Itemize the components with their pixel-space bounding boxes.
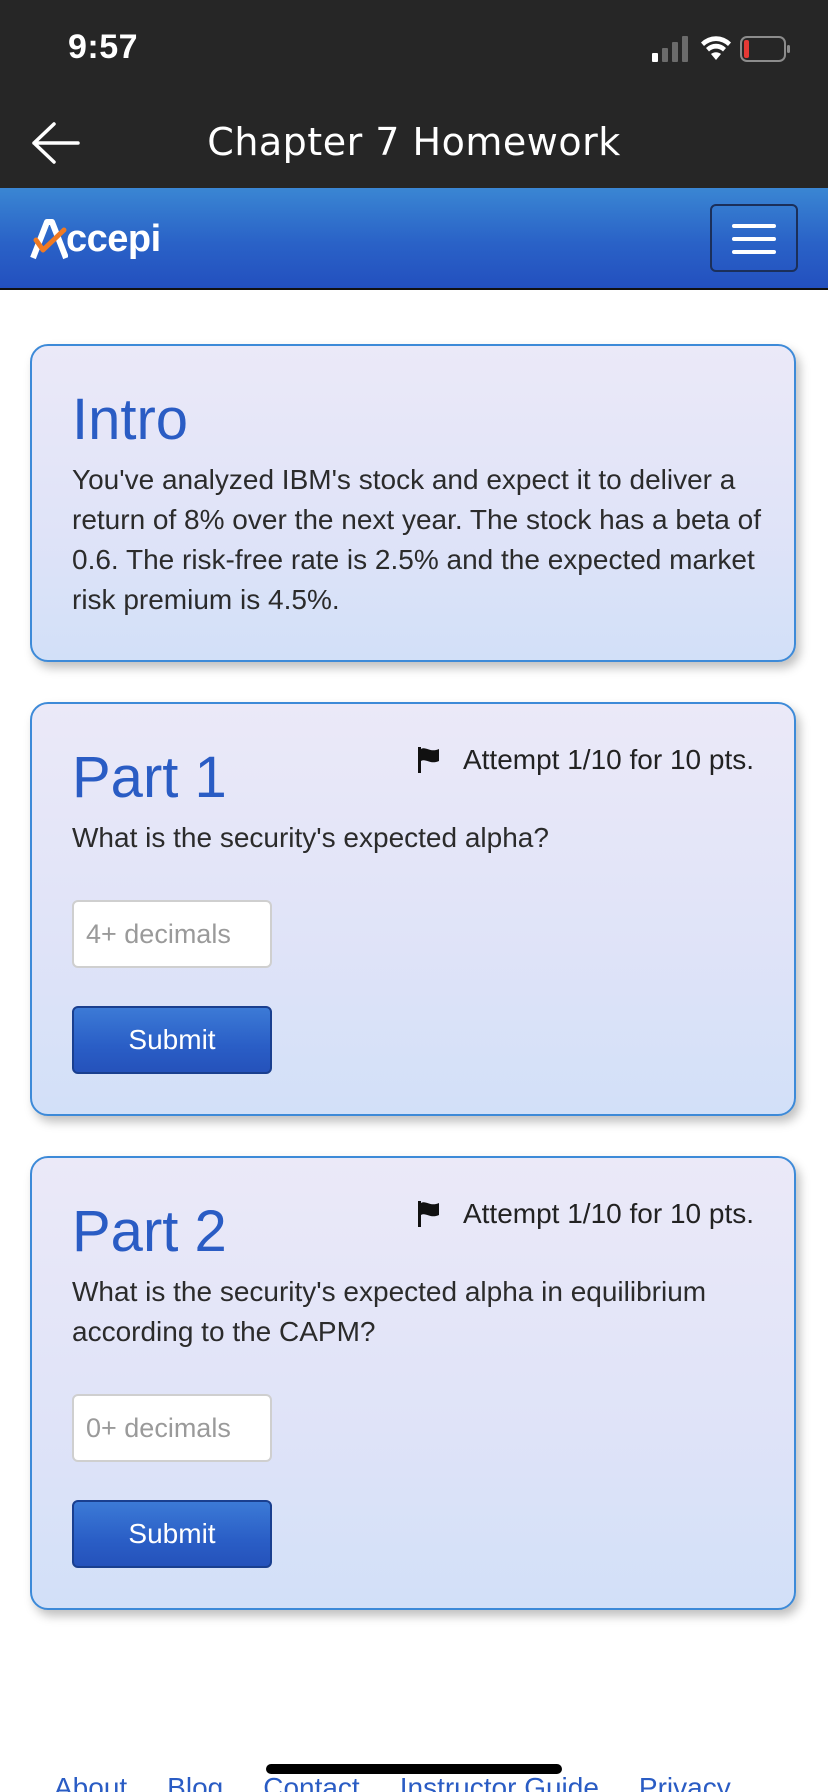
part-1-question: What is the security's expected alpha? [72, 822, 549, 853]
brand-nav-bar: ccepi [0, 188, 828, 290]
status-bar: 9:57 [0, 0, 828, 98]
part-2-card: Part 2 Attempt 1/10 for 10 pts. What is … [30, 1156, 796, 1610]
intro-text: You've analyzed IBM's stock and expect i… [72, 464, 761, 615]
battery-icon [740, 36, 790, 62]
part-1-title: Part 1 [72, 745, 227, 810]
intro-title: Intro [72, 387, 189, 452]
part-2-attempt-text: Attempt 1/10 for 10 pts. [462, 1198, 754, 1229]
footer-link-privacy[interactable]: Privacy [639, 1772, 731, 1792]
part-2-title: Part 2 [72, 1199, 227, 1264]
part-2-answer-input[interactable] [72, 1394, 272, 1462]
accepi-logo-icon [30, 219, 68, 260]
wifi-icon [701, 36, 731, 60]
part-1-card: Part 1 Attempt 1/10 for 10 pts. What is … [30, 702, 796, 1116]
part-1-attempt-text: Attempt 1/10 for 10 pts. [462, 744, 754, 775]
menu-icon [732, 224, 776, 228]
footer-link-blog[interactable]: Blog [167, 1772, 223, 1792]
hamburger-menu-button[interactable] [710, 204, 798, 272]
part-1-submit-button[interactable]: Submit [72, 1006, 272, 1074]
part-2-submit-button[interactable]: Submit [72, 1500, 272, 1568]
part-2-question: What is the security's expected alpha in… [72, 1276, 707, 1347]
footer-link-instructor-guide[interactable]: Instructor Guide [400, 1772, 599, 1792]
footer-links: About Blog Contact Instructor Guide Priv… [54, 1772, 814, 1792]
flag-icon[interactable] [417, 747, 441, 773]
brand-name: ccepi [66, 217, 161, 260]
intro-card: Intro You've analyzed IBM's stock and ex… [30, 344, 796, 662]
part-1-answer-input[interactable] [72, 900, 272, 968]
part-2-attempt: Attempt 1/10 for 10 pts. [417, 1198, 754, 1230]
footer-link-contact[interactable]: Contact [263, 1772, 360, 1792]
status-time: 9:57 [68, 28, 139, 66]
app-header: Chapter 7 Homework [0, 98, 828, 188]
home-indicator[interactable] [266, 1764, 562, 1774]
brand-logo[interactable]: ccepi [30, 214, 161, 264]
flag-icon[interactable] [417, 1201, 441, 1227]
part-1-attempt: Attempt 1/10 for 10 pts. [417, 744, 754, 776]
footer-link-about[interactable]: About [54, 1772, 127, 1792]
page-title: Chapter 7 Homework [207, 120, 621, 164]
cellular-signal-icon [652, 36, 688, 62]
